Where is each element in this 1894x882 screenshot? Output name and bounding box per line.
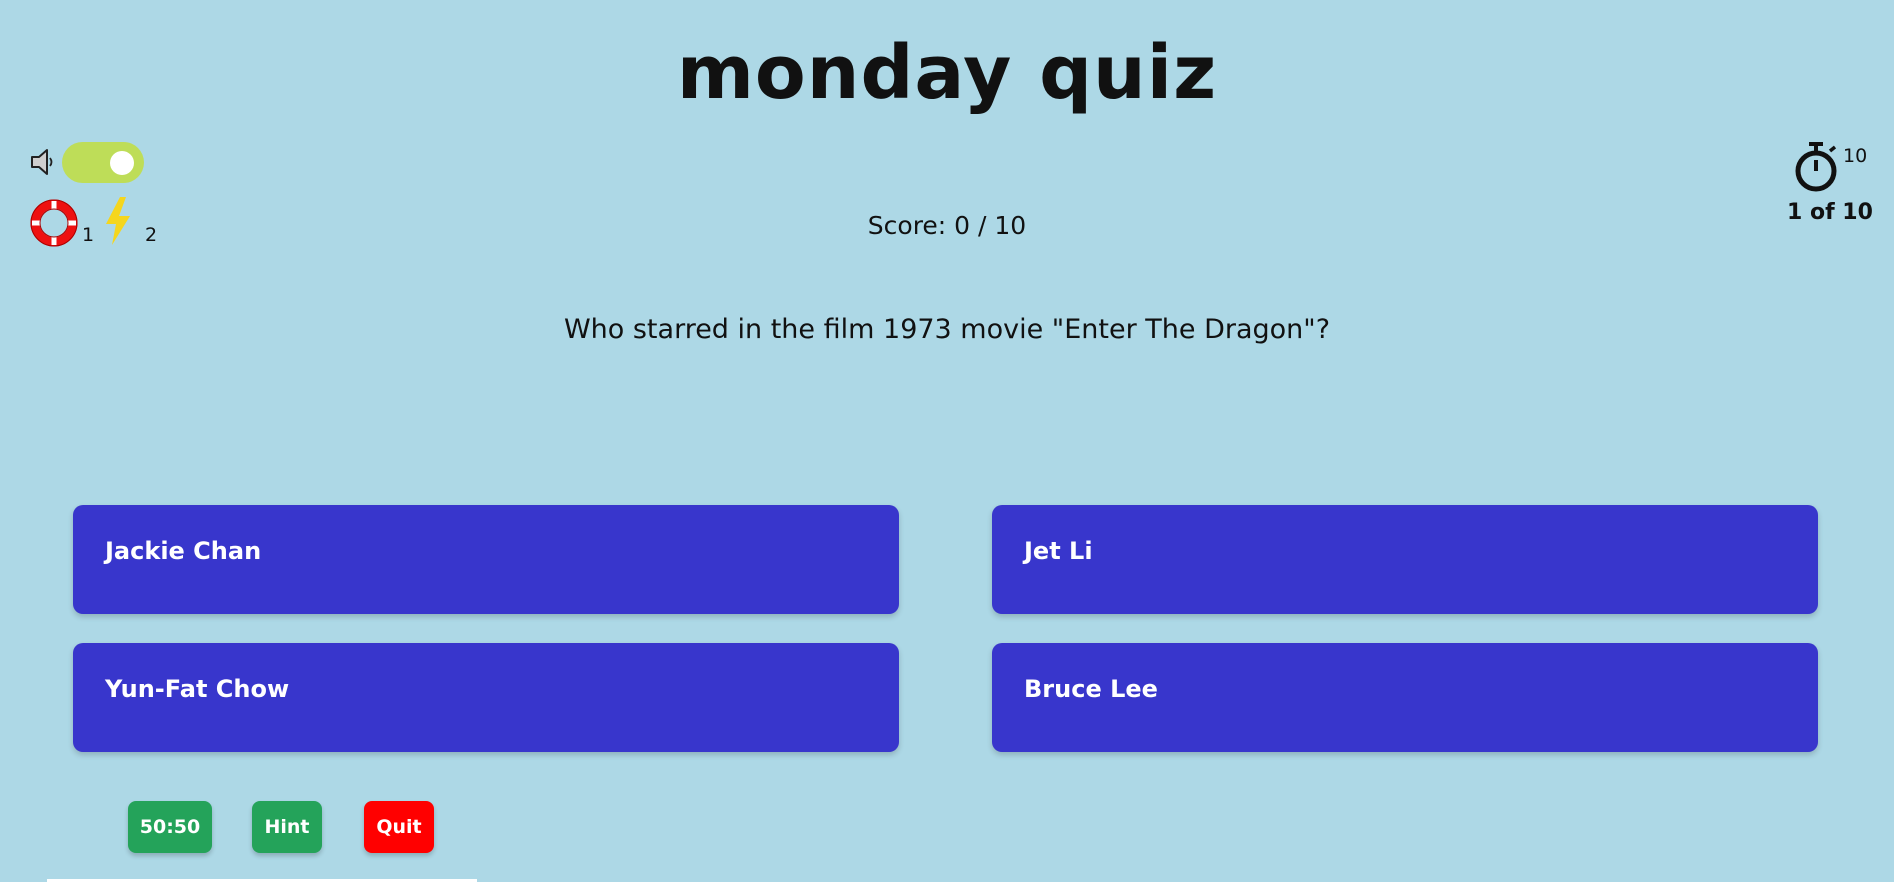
answer-option-b[interactable]: Jet Li <box>992 505 1818 614</box>
quit-button[interactable]: Quit <box>364 801 434 853</box>
score-text: Score: 0 / 10 <box>867 211 1027 240</box>
score-display: Score: 0 / 10 <box>0 211 1894 240</box>
page-title: monday quiz <box>676 30 1218 116</box>
hint-button[interactable]: Hint <box>252 801 322 853</box>
answer-label: Jet Li <box>1024 537 1093 565</box>
answer-label: Bruce Lee <box>1024 675 1158 703</box>
answer-option-a[interactable]: Jackie Chan <box>73 505 899 614</box>
timer-value: 10 <box>1843 145 1868 167</box>
sound-toggle[interactable] <box>62 142 144 183</box>
question-text: Who starred in the film 1973 movie "Ente… <box>563 314 1331 345</box>
question-progress: 1 of 10 <box>1787 200 1873 225</box>
answer-label: Jackie Chan <box>105 537 262 565</box>
answer-option-d[interactable]: Bruce Lee <box>992 643 1818 752</box>
stopwatch-icon <box>1795 142 1837 192</box>
toggle-knob <box>110 151 134 175</box>
answer-label: Yun-Fat Chow <box>105 675 290 703</box>
answer-option-c[interactable]: Yun-Fat Chow <box>73 643 899 752</box>
speaker-icon[interactable] <box>30 147 58 177</box>
fifty-fifty-button[interactable]: 50:50 <box>128 801 212 853</box>
